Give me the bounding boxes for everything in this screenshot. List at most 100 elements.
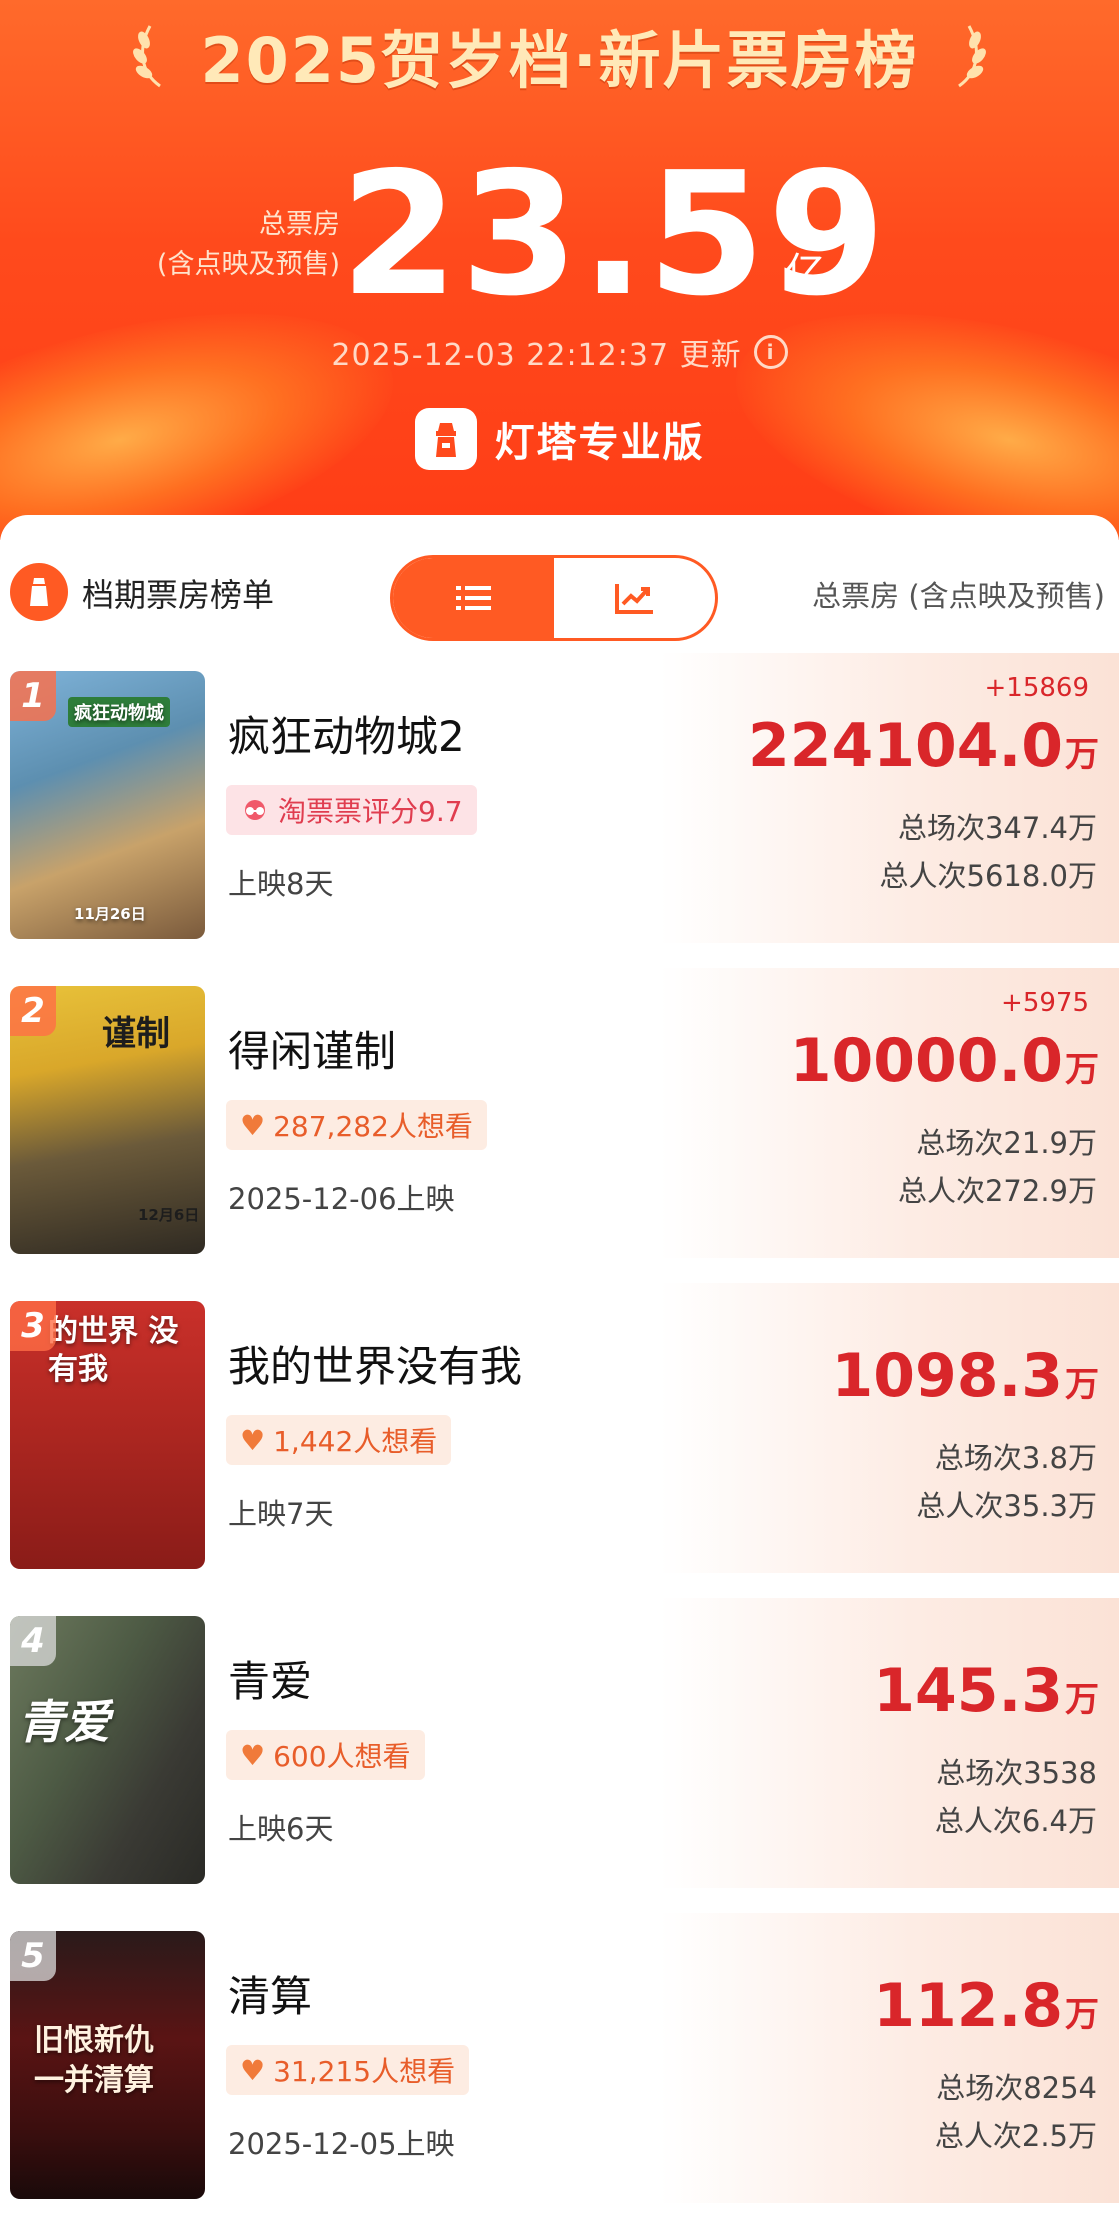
- update-time-row: 2025-12-03 22:12:37 更新 i: [0, 330, 1119, 374]
- want-to-see-text: 31,215人想看: [273, 2055, 456, 2088]
- want-to-see-tag: ♥ 600人想看: [226, 1730, 425, 1780]
- poster-title-text: 疯狂动物城: [68, 697, 170, 727]
- screenings-count: 总场次3.8万: [934, 1441, 1097, 1475]
- movie-poster: 青爱 4: [10, 1616, 205, 1884]
- rank-badge: 3: [10, 1301, 56, 1351]
- movie-row[interactable]: 的世界 没有我 3 我的世界没有我 ♥ 1,442人想看 上映7天 1098.3…: [0, 1273, 1119, 1588]
- ranking-toolbar: 档期票房榜单 总票房 (含点映及预售): [0, 515, 1119, 645]
- movie-list: 疯狂动物城 11月26日 1 疯狂动物城2 淘票票评分9.7 上映8天 +158…: [0, 643, 1119, 2213]
- release-info: 上映8天: [228, 867, 334, 901]
- poster-date-text: 11月26日: [74, 905, 146, 923]
- release-info: 2025-12-05上映: [228, 2127, 455, 2161]
- movie-row[interactable]: 旧恨新仇 一并清算 5 清算 ♥ 31,215人想看 2025-12-05上映 …: [0, 1903, 1119, 2213]
- poster-title-text: 的世界 没有我: [48, 1314, 179, 1387]
- total-box-office-label: 总票房 (含点映及预售): [100, 205, 340, 285]
- heart-icon: ♥: [240, 1423, 266, 1457]
- row-highlight: [660, 1913, 1119, 2203]
- box-office-delta: +15869: [984, 673, 1090, 703]
- movie-poster: 谨制 12月6日 2: [10, 986, 205, 1254]
- release-info: 上映7天: [228, 1497, 334, 1531]
- lighthouse-logo-icon: [414, 408, 477, 470]
- lighthouse-small-icon: [10, 563, 68, 621]
- admissions-count: 总人次272.9万: [897, 1174, 1097, 1208]
- chart-icon: [614, 584, 653, 614]
- laurel-left-icon: [133, 25, 162, 88]
- info-icon[interactable]: i: [753, 335, 788, 369]
- box-office-total: 1098.3 万: [831, 1341, 1099, 1411]
- box-office-value: 145.3: [873, 1656, 1063, 1726]
- box-office-total: 112.8 万: [873, 1971, 1099, 2041]
- box-office-unit: 万: [1065, 1680, 1099, 1720]
- rank-badge: 2: [10, 986, 56, 1036]
- view-toggle: [390, 555, 718, 641]
- box-office-total: 10000.0 万: [790, 1026, 1099, 1096]
- screenings-count: 总场次8254: [936, 2071, 1097, 2105]
- screenings-count: 总场次3538: [936, 1756, 1097, 1790]
- admissions-count: 总人次2.5万: [934, 2119, 1097, 2153]
- movie-row[interactable]: 青爱 4 青爱 ♥ 600人想看 上映6天 145.3 万 总场次3538 总人…: [0, 1588, 1119, 1903]
- list-icon: [455, 586, 491, 610]
- header-title-row: 2025贺岁档·新片票房榜: [0, 10, 1119, 100]
- poster-date-text: 12月6日: [138, 1206, 200, 1224]
- brand-name: 灯塔专业版: [494, 420, 705, 466]
- heart-icon: ♥: [240, 2053, 266, 2087]
- ranking-title: 档期票房榜单: [82, 576, 275, 614]
- poster-title-text: 青爱: [18, 1695, 110, 1749]
- box-office-total: 224104.0 万: [748, 711, 1099, 781]
- want-to-see-tag: ♥ 287,282人想看: [226, 1100, 487, 1150]
- rank-badge: 4: [10, 1616, 56, 1666]
- box-office-unit: 万: [1065, 1365, 1099, 1405]
- heart-icon: ♥: [240, 1738, 266, 1772]
- admissions-count: 总人次6.4万: [934, 1804, 1097, 1838]
- header-banner: 2025贺岁档·新片票房榜 总票房 (含点映及预售) 23.59 亿 2025-…: [0, 0, 1119, 540]
- poster-title-text: 谨制: [102, 1014, 170, 1054]
- box-office-unit: 万: [1065, 1995, 1099, 2035]
- list-view-button[interactable]: [393, 558, 554, 638]
- glasses-icon: [240, 799, 270, 821]
- total-label-line2: (含点映及预售): [156, 249, 340, 280]
- movie-title: 我的世界没有我: [228, 1342, 523, 1391]
- laurel-right-icon: [957, 25, 986, 88]
- box-office-value: 1098.3: [831, 1341, 1063, 1411]
- admissions-count: 总人次5618.0万: [879, 859, 1097, 893]
- rating-tag: 淘票票评分9.7: [226, 785, 477, 835]
- screenings-count: 总场次21.9万: [916, 1126, 1097, 1160]
- update-time: 2025-12-03 22:12:37 更新: [331, 338, 742, 373]
- box-office-unit: 万: [1065, 735, 1099, 775]
- release-info: 上映6天: [228, 1812, 334, 1846]
- box-office-unit: 万: [1065, 1050, 1099, 1090]
- movie-poster: 旧恨新仇 一并清算 5: [10, 1931, 205, 2199]
- box-office-value: 10000.0: [789, 1026, 1063, 1096]
- screenings-count: 总场次347.4万: [897, 811, 1097, 845]
- box-office-value: 224104.0: [747, 711, 1063, 781]
- movie-row[interactable]: 疯狂动物城 11月26日 1 疯狂动物城2 淘票票评分9.7 上映8天 +158…: [0, 643, 1119, 958]
- box-office-value: 112.8: [873, 1971, 1063, 2041]
- want-to-see-text: 1,442人想看: [273, 1425, 438, 1458]
- want-to-see-text: 287,282人想看: [273, 1110, 473, 1143]
- release-info: 2025-12-06上映: [228, 1182, 455, 1216]
- movie-title: 清算: [228, 1972, 313, 2021]
- brand-row: 灯塔专业版: [0, 408, 1119, 470]
- total-box-office-value: 23.59: [340, 136, 888, 334]
- want-to-see-tag: ♥ 31,215人想看: [226, 2045, 470, 2095]
- movie-title: 疯狂动物城2: [228, 712, 465, 761]
- movie-row[interactable]: 谨制 12月6日 2 得闲谨制 ♥ 287,282人想看 2025-12-06上…: [0, 958, 1119, 1273]
- heart-icon: ♥: [240, 1108, 266, 1142]
- movie-poster: 疯狂动物城 11月26日 1: [10, 671, 205, 939]
- total-box-office-unit: 亿: [785, 250, 825, 296]
- rank-badge: 5: [10, 1931, 56, 1981]
- column-header: 总票房 (含点映及预售): [812, 579, 1105, 613]
- row-highlight: [660, 1283, 1119, 1573]
- admissions-count: 总人次35.3万: [916, 1489, 1097, 1523]
- total-label-line1: 总票房: [259, 209, 340, 240]
- rating-text: 淘票票评分9.7: [278, 795, 463, 828]
- poster-title-text: 旧恨新仇 一并清算: [34, 2023, 154, 2098]
- row-highlight: [660, 1598, 1119, 1888]
- want-to-see-tag: ♥ 1,442人想看: [226, 1415, 452, 1465]
- box-office-total: 145.3 万: [873, 1656, 1099, 1726]
- chart-view-button[interactable]: [554, 558, 715, 638]
- box-office-delta: +5975: [1001, 988, 1089, 1018]
- movie-poster: 的世界 没有我 3: [10, 1301, 205, 1569]
- page-title: 2025贺岁档·新片票房榜: [200, 24, 919, 97]
- movie-title: 得闲谨制: [228, 1027, 397, 1076]
